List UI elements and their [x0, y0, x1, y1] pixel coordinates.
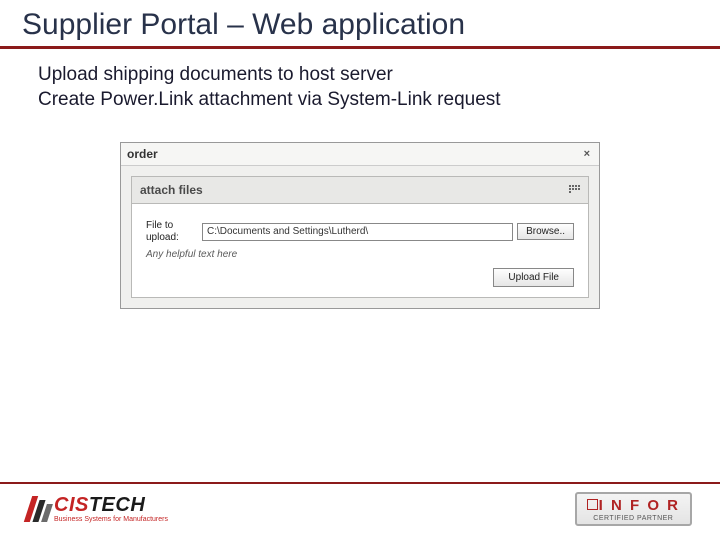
bullet-item: Upload shipping documents to host server — [38, 63, 720, 88]
dialog-titlebar: order × — [121, 143, 599, 166]
grid-icon[interactable] — [568, 184, 580, 196]
upload-button[interactable]: Upload File — [493, 268, 574, 287]
infor-badge: I N F O R CERTIFIED PARTNER — [575, 492, 692, 526]
infor-name: I N F O R — [587, 497, 680, 514]
upload-dialog: order × attach files File to upload: Bro… — [120, 142, 600, 309]
cistech-mark-icon — [28, 496, 50, 522]
dialog-title: order — [127, 147, 158, 161]
cistech-logo: CISTECH Business Systems for Manufacture… — [28, 495, 168, 523]
hint-text: Any helpful text here — [146, 249, 574, 260]
file-row: File to upload: Browse.. — [146, 220, 574, 243]
infor-subtitle: CERTIFIED PARTNER — [587, 515, 680, 522]
file-label: File to upload: — [146, 220, 202, 243]
file-path-input[interactable] — [202, 223, 513, 241]
cistech-name: CISTECH — [54, 495, 168, 515]
attach-panel-header: attach files — [131, 176, 589, 204]
cistech-tagline: Business Systems for Manufacturers — [54, 516, 168, 523]
bullet-item: Create Power.Link attachment via System-… — [38, 88, 720, 113]
attach-panel-title: attach files — [140, 183, 203, 197]
slide-title: Supplier Portal – Web application — [0, 0, 720, 49]
browse-button[interactable]: Browse.. — [517, 223, 574, 240]
bullet-list: Upload shipping documents to host server… — [0, 63, 720, 112]
attach-panel-body: File to upload: Browse.. Any helpful tex… — [131, 204, 589, 298]
slide-footer: CISTECH Business Systems for Manufacture… — [0, 482, 720, 526]
close-icon[interactable]: × — [581, 148, 593, 160]
